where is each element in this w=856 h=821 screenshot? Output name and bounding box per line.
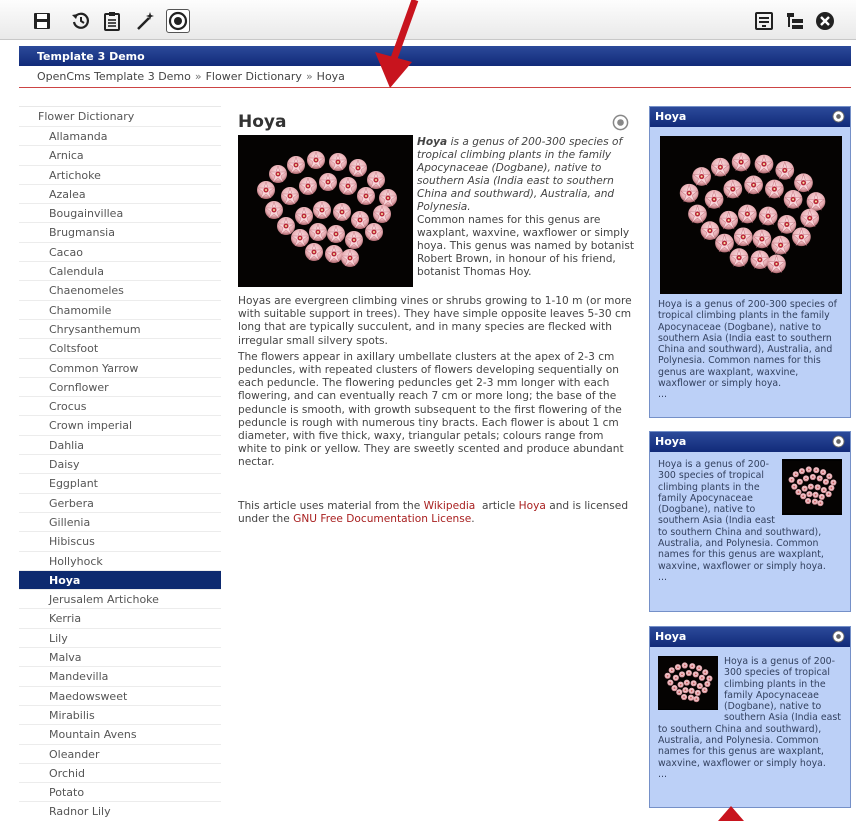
intro-rest: Common names for this genus are waxplant… bbox=[417, 214, 634, 278]
nav-item-eggplant[interactable]: Eggplant bbox=[19, 473, 221, 492]
nav-item-allamanda[interactable]: Allamanda bbox=[19, 126, 221, 145]
box-title: Hoya bbox=[655, 110, 687, 123]
box-header: Hoya bbox=[650, 107, 850, 127]
close-icon[interactable] bbox=[813, 9, 837, 33]
nav-item-daisy[interactable]: Daisy bbox=[19, 454, 221, 473]
nav-item-brugmansia[interactable]: Brugmansia bbox=[19, 222, 221, 241]
edit-point-icon[interactable] bbox=[832, 630, 845, 643]
nav-item-artichoke[interactable]: Artichoke bbox=[19, 164, 221, 184]
nav-item-radnor-lily[interactable]: Radnor Lily bbox=[19, 801, 221, 820]
nav-item-cornflower[interactable]: Cornflower bbox=[19, 376, 221, 396]
intro-bold: Hoya bbox=[417, 136, 448, 148]
breadcrumb-separator: » bbox=[305, 70, 313, 83]
toolbar bbox=[0, 0, 856, 40]
nav-item-mirabilis[interactable]: Mirabilis bbox=[19, 704, 221, 724]
page-header: Template 3 Demo bbox=[19, 46, 851, 66]
target-icon[interactable] bbox=[166, 9, 190, 33]
license-note: This article uses material from the Wiki… bbox=[238, 500, 634, 526]
edit-point-icon[interactable] bbox=[612, 114, 629, 131]
site-title: Template 3 Demo bbox=[37, 50, 145, 63]
box-header: Hoya bbox=[650, 627, 850, 647]
nav-item-kerria[interactable]: Kerria bbox=[19, 608, 221, 627]
breadcrumb-flower-dictionary[interactable]: Flower Dictionary bbox=[206, 70, 302, 83]
paragraph-1: Hoyas are evergreen climbing vines or sh… bbox=[238, 295, 632, 347]
teaser-box-medium: Hoya Hoya is a genus of 200-300 species … bbox=[649, 431, 851, 612]
nav-item-maedowsweet[interactable]: Maedowsweet bbox=[19, 685, 221, 705]
page-title: Hoya bbox=[238, 112, 287, 132]
annotation-arrow-icon bbox=[718, 806, 744, 821]
license-text: article bbox=[475, 500, 519, 512]
nav-item-jerusalem-artichoke[interactable]: Jerusalem Artichoke bbox=[19, 589, 221, 608]
nav-item-oleander[interactable]: Oleander bbox=[19, 743, 221, 763]
nav-item-hibiscus[interactable]: Hibiscus bbox=[19, 531, 221, 550]
box-title: Hoya bbox=[655, 630, 687, 643]
hoya-thumbnail bbox=[658, 656, 718, 710]
box-text: Hoya is a genus of 200-300 species of tr… bbox=[650, 452, 850, 588]
nav-item-azalea[interactable]: Azalea bbox=[19, 183, 221, 203]
nav-item-arnica[interactable]: Arnica bbox=[19, 145, 221, 164]
nav-item-crown-imperial[interactable]: Crown imperial bbox=[19, 415, 221, 434]
box-text: Hoya is a genus of 200-300 species of tr… bbox=[650, 647, 850, 785]
breadcrumb-home[interactable]: OpenCms Template 3 Demo bbox=[37, 70, 191, 83]
teaser-box-large: Hoya Hoya is a genus of 200-300 species … bbox=[649, 106, 851, 418]
box-more[interactable]: ... bbox=[658, 769, 667, 780]
nav-item-chamomile[interactable]: Chamomile bbox=[19, 299, 221, 319]
nav-item-mandevilla[interactable]: Mandevilla bbox=[19, 666, 221, 685]
nav-item-gerbera[interactable]: Gerbera bbox=[19, 492, 221, 512]
nav-item-mountain-avens[interactable]: Mountain Avens bbox=[19, 724, 221, 743]
intro-italic: is a genus of 200-300 species of tropica… bbox=[417, 136, 623, 213]
nav-item-crocus[interactable]: Crocus bbox=[19, 396, 221, 415]
edit-point-icon[interactable] bbox=[832, 435, 845, 448]
nav-title[interactable]: Flower Dictionary bbox=[19, 106, 221, 126]
magic-wand-icon[interactable] bbox=[133, 9, 157, 33]
nav-item-dahlia[interactable]: Dahlia bbox=[19, 434, 221, 454]
article-intro: Hoya is a genus of 200-300 species of tr… bbox=[417, 136, 635, 279]
hoya-thumbnail bbox=[782, 459, 842, 515]
clipboard-icon[interactable] bbox=[100, 9, 124, 33]
breadcrumb: OpenCms Template 3 Demo» Flower Dictionar… bbox=[19, 66, 851, 88]
nav-item-calendula[interactable]: Calendula bbox=[19, 261, 221, 280]
wikipedia-link[interactable]: Wikipedia bbox=[424, 500, 476, 512]
nav-item-coltsfoot[interactable]: Coltsfoot bbox=[19, 338, 221, 357]
nav-item-hoya[interactable]: Hoya bbox=[19, 569, 221, 590]
box-description: Hoya is a genus of 200-300 species of tr… bbox=[658, 299, 837, 390]
hoya-image bbox=[238, 135, 413, 287]
edit-point-icon[interactable] bbox=[832, 110, 845, 123]
nav-item-malva[interactable]: Malva bbox=[19, 647, 221, 666]
breadcrumb-current: Hoya bbox=[316, 70, 345, 83]
nav-item-cacao[interactable]: Cacao bbox=[19, 241, 221, 261]
breadcrumb-separator: » bbox=[194, 70, 202, 83]
nav-item-gillenia[interactable]: Gillenia bbox=[19, 511, 221, 531]
history-icon[interactable] bbox=[69, 9, 93, 33]
hoya-image bbox=[660, 136, 842, 294]
article: Hoya bbox=[238, 112, 634, 132]
nav-item-chrysanthemum[interactable]: Chrysanthemum bbox=[19, 318, 221, 338]
nav-item-common-yarrow[interactable]: Common Yarrow bbox=[19, 357, 221, 377]
box-text: Hoya is a genus of 200-300 species of tr… bbox=[650, 294, 850, 406]
box-more[interactable]: ... bbox=[658, 572, 667, 583]
article-body: Hoyas are evergreen climbing vines or sh… bbox=[238, 295, 634, 473]
teaser-box-small: Hoya Hoya is a genus of 200-300 species … bbox=[649, 626, 851, 808]
gfdl-link[interactable]: GNU Free Documentation License bbox=[293, 513, 471, 525]
nav-item-potato[interactable]: Potato bbox=[19, 782, 221, 801]
nav-item-bougainvillea[interactable]: Bougainvillea bbox=[19, 203, 221, 222]
license-text: . bbox=[471, 513, 475, 525]
nav-item-orchid[interactable]: Orchid bbox=[19, 762, 221, 782]
list-icon[interactable] bbox=[752, 9, 776, 33]
license-text: This article uses material from the bbox=[238, 500, 424, 512]
box-more[interactable]: ... bbox=[658, 389, 667, 400]
sidebar-nav: Flower Dictionary Allamanda Arnica Articho… bbox=[19, 106, 221, 821]
paragraph-2: The flowers appear in axillary umbellate… bbox=[238, 350, 624, 469]
nav-item-chaenomeles[interactable]: Chaenomeles bbox=[19, 280, 221, 299]
box-header: Hoya bbox=[650, 432, 850, 452]
save-icon[interactable] bbox=[30, 9, 54, 33]
tree-icon[interactable] bbox=[783, 9, 807, 33]
box-title: Hoya bbox=[655, 435, 687, 448]
nav-item-hollyhock[interactable]: Hollyhock bbox=[19, 550, 221, 570]
nav-item-lily[interactable]: Lily bbox=[19, 627, 221, 647]
hoya-link[interactable]: Hoya bbox=[519, 500, 546, 512]
